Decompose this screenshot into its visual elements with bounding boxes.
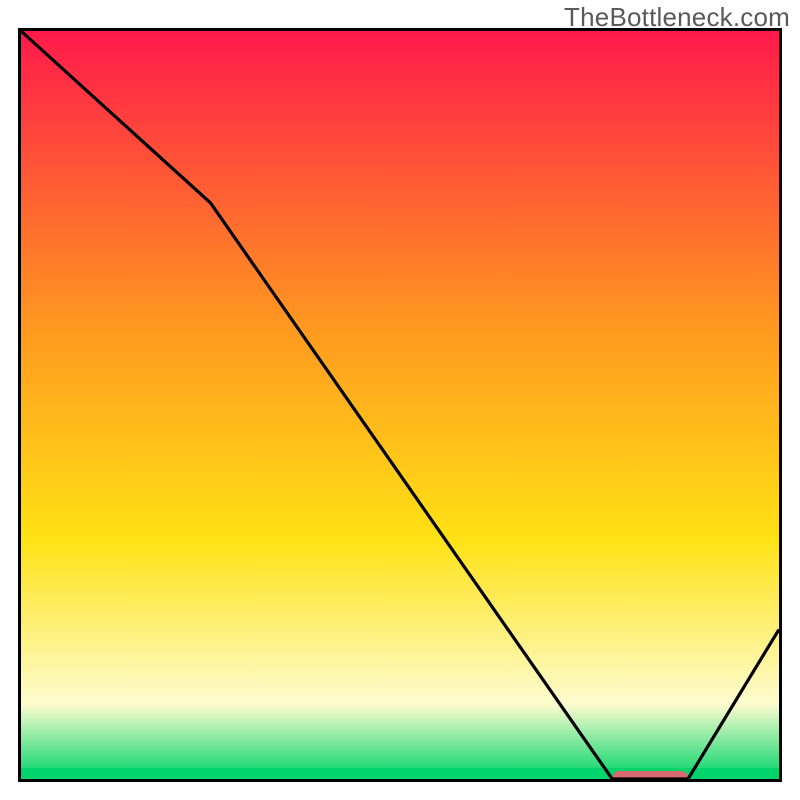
plot-area bbox=[18, 28, 782, 782]
chart-stage: TheBottleneck.com bbox=[0, 0, 800, 800]
plot-svg bbox=[18, 28, 782, 782]
gradient-background bbox=[21, 31, 779, 779]
